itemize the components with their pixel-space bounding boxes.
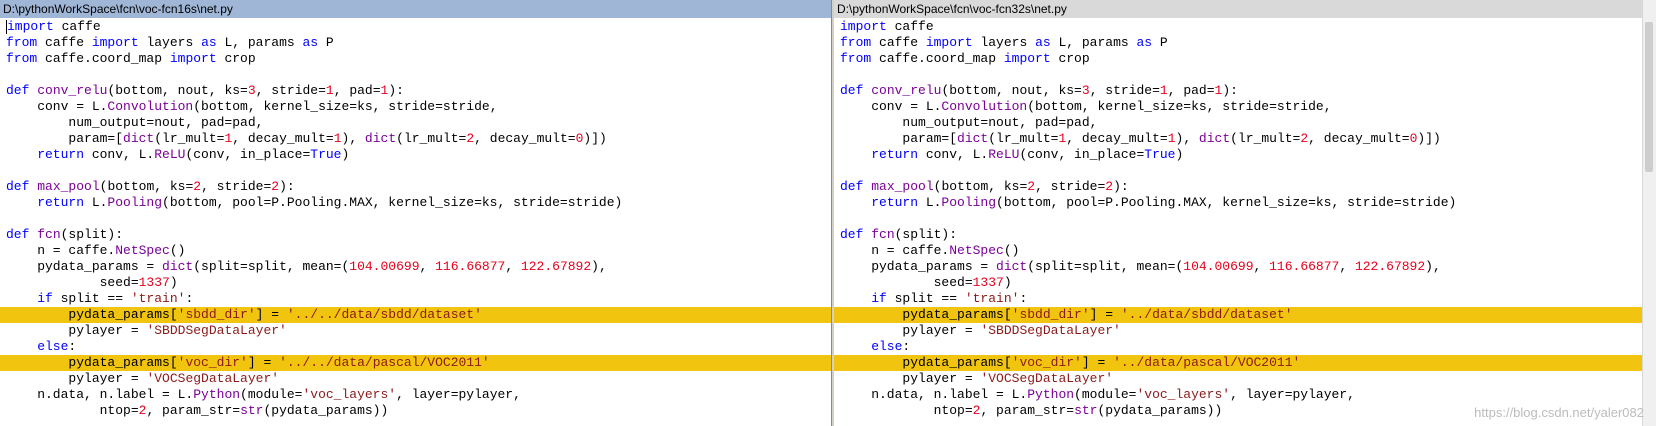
code-line[interactable]: from caffe import layers as L, params as… <box>0 35 831 51</box>
right-pane[interactable]: D:\pythonWorkSpace\fcn\voc-fcn32s\net.py… <box>834 0 1656 426</box>
code-line[interactable]: else: <box>834 339 1656 355</box>
code-line[interactable]: import caffe <box>0 19 831 35</box>
code-line[interactable]: num_output=nout, pad=pad, <box>834 115 1656 131</box>
code-line[interactable]: pylayer = 'VOCSegDataLayer' <box>0 371 831 387</box>
code-line[interactable]: from caffe import layers as L, params as… <box>834 35 1656 51</box>
code-line[interactable]: def conv_relu(bottom, nout, ks=3, stride… <box>0 83 831 99</box>
code-line[interactable]: n.data, n.label = L.Python(module='voc_l… <box>834 387 1656 403</box>
right-file-title: D:\pythonWorkSpace\fcn\voc-fcn32s\net.py <box>834 0 1656 18</box>
scrollbar-thumb[interactable] <box>1645 22 1653 172</box>
right-code-view[interactable]: import caffe from caffe import layers as… <box>834 19 1656 419</box>
code-line[interactable]: if split == 'train': <box>834 291 1656 307</box>
code-line[interactable]: def max_pool(bottom, ks=2, stride=2): <box>834 179 1656 195</box>
code-line[interactable]: conv = L.Convolution(bottom, kernel_size… <box>0 99 831 115</box>
code-line[interactable]: pydata_params = dict(split=split, mean=(… <box>0 259 831 275</box>
code-line[interactable]: param=[dict(lr_mult=1, decay_mult=1), di… <box>0 131 831 147</box>
code-line[interactable]: return L.Pooling(bottom, pool=P.Pooling.… <box>834 195 1656 211</box>
code-line[interactable]: import caffe <box>834 19 1656 35</box>
code-line[interactable] <box>834 211 1656 227</box>
code-line[interactable] <box>834 163 1656 179</box>
code-line[interactable]: return L.Pooling(bottom, pool=P.Pooling.… <box>0 195 831 211</box>
highlighted-diff-line[interactable]: pydata_params['voc_dir'] = '../data/pasc… <box>834 355 1656 371</box>
code-line[interactable]: ntop=2, param_str=str(pydata_params)) <box>0 403 831 419</box>
highlighted-diff-line[interactable]: pydata_params['voc_dir'] = '../../data/p… <box>0 355 831 371</box>
code-line[interactable]: def max_pool(bottom, ks=2, stride=2): <box>0 179 831 195</box>
left-code-view[interactable]: import caffe from caffe import layers as… <box>0 19 831 419</box>
vertical-scrollbar[interactable] <box>1642 0 1656 426</box>
code-line[interactable]: if split == 'train': <box>0 291 831 307</box>
watermark: https://blog.csdn.net/yaler082 <box>1474 405 1644 420</box>
code-line[interactable]: n.data, n.label = L.Python(module='voc_l… <box>0 387 831 403</box>
code-line[interactable]: def conv_relu(bottom, nout, ks=3, stride… <box>834 83 1656 99</box>
code-line[interactable]: pylayer = 'VOCSegDataLayer' <box>834 371 1656 387</box>
code-line[interactable]: param=[dict(lr_mult=1, decay_mult=1), di… <box>834 131 1656 147</box>
code-line[interactable]: from caffe.coord_map import crop <box>834 51 1656 67</box>
code-line[interactable]: def fcn(split): <box>0 227 831 243</box>
code-line[interactable]: seed=1337) <box>0 275 831 291</box>
code-line[interactable] <box>0 163 831 179</box>
code-line[interactable]: n = caffe.NetSpec() <box>0 243 831 259</box>
highlighted-diff-line[interactable]: pydata_params['sbdd_dir'] = '../../data/… <box>0 307 831 323</box>
code-line[interactable] <box>0 211 831 227</box>
code-line[interactable]: pylayer = 'SBDDSegDataLayer' <box>0 323 831 339</box>
left-pane[interactable]: D:\pythonWorkSpace\fcn\voc-fcn16s\net.py… <box>0 0 832 426</box>
code-line[interactable]: pydata_params = dict(split=split, mean=(… <box>834 259 1656 275</box>
code-line[interactable]: seed=1337) <box>834 275 1656 291</box>
code-line[interactable] <box>0 67 831 83</box>
code-line[interactable]: from caffe.coord_map import crop <box>0 51 831 67</box>
code-line[interactable]: return conv, L.ReLU(conv, in_place=True) <box>834 147 1656 163</box>
code-line[interactable] <box>834 67 1656 83</box>
left-file-title: D:\pythonWorkSpace\fcn\voc-fcn16s\net.py <box>0 0 831 18</box>
code-line[interactable]: else: <box>0 339 831 355</box>
code-line[interactable]: num_output=nout, pad=pad, <box>0 115 831 131</box>
code-line[interactable]: pylayer = 'SBDDSegDataLayer' <box>834 323 1656 339</box>
code-line[interactable]: n = caffe.NetSpec() <box>834 243 1656 259</box>
code-line[interactable]: return conv, L.ReLU(conv, in_place=True) <box>0 147 831 163</box>
code-line[interactable]: conv = L.Convolution(bottom, kernel_size… <box>834 99 1656 115</box>
diff-viewer: D:\pythonWorkSpace\fcn\voc-fcn16s\net.py… <box>0 0 1669 426</box>
highlighted-diff-line[interactable]: pydata_params['sbdd_dir'] = '../data/sbd… <box>834 307 1656 323</box>
code-line[interactable]: def fcn(split): <box>834 227 1656 243</box>
